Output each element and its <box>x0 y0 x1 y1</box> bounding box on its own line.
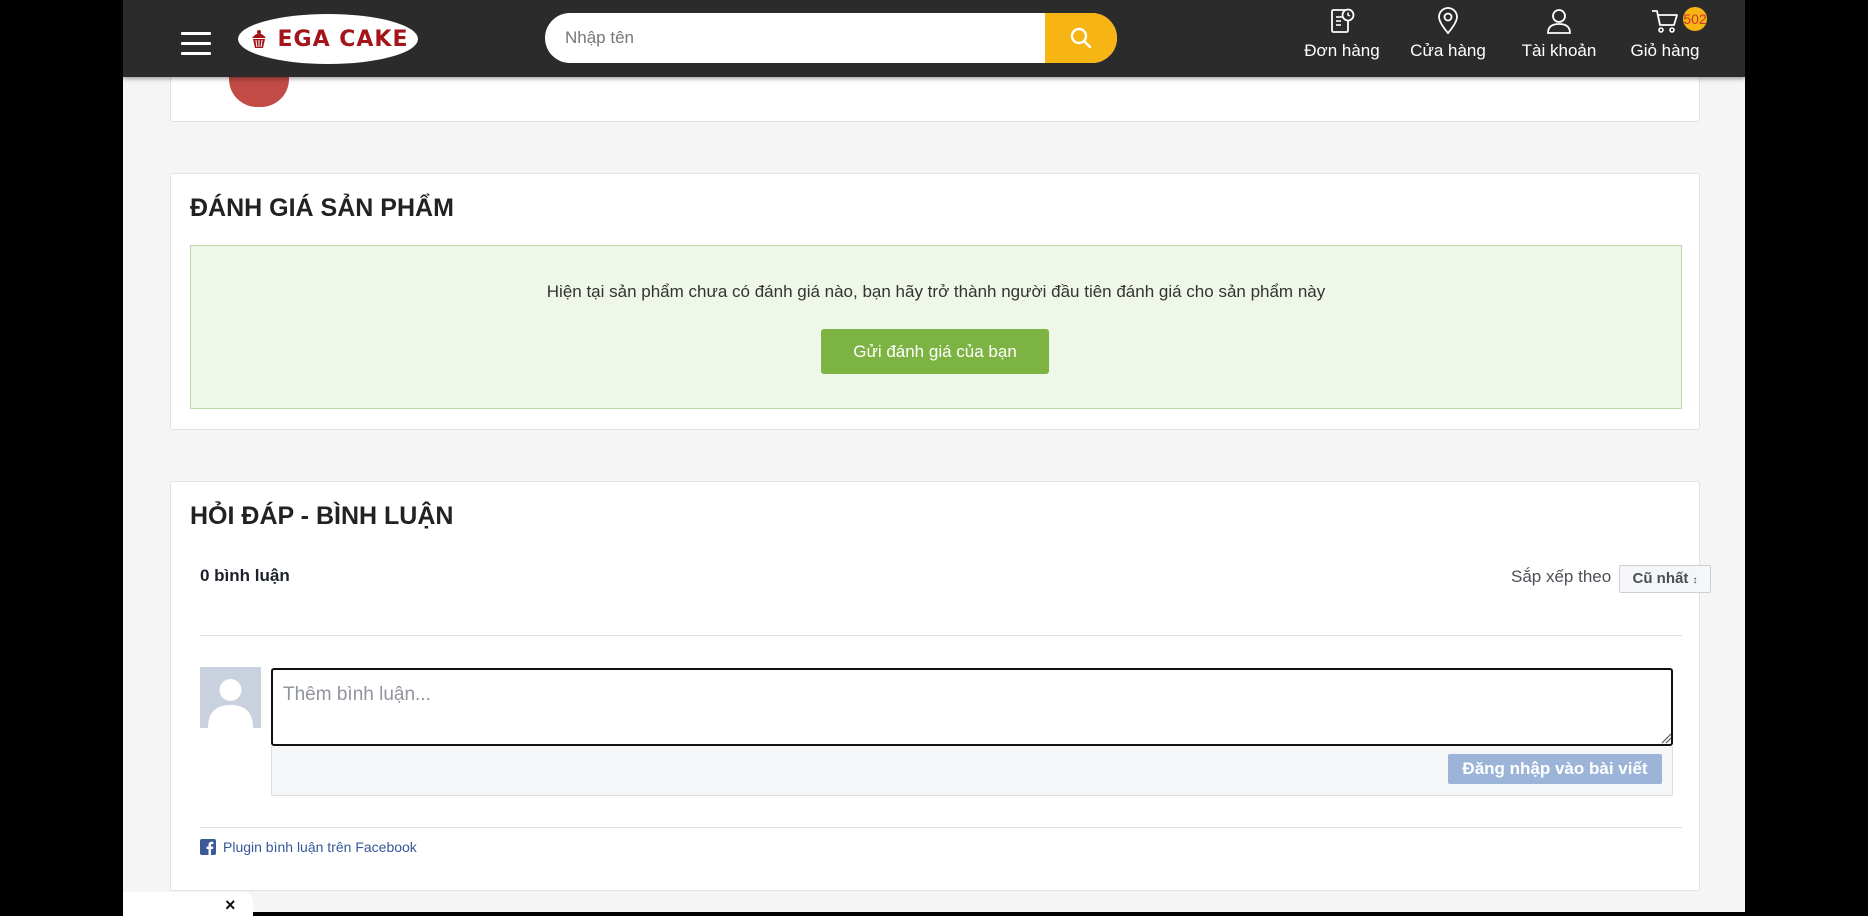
sort-arrows-icon: ↕ <box>1692 575 1698 586</box>
facebook-plugin-link[interactable]: Plugin bình luận trên Facebook <box>200 839 417 855</box>
review-title: ĐÁNH GIÁ SẢN PHẨM <box>190 194 454 222</box>
search-icon <box>1070 27 1092 49</box>
comments-divider-top <box>200 635 1682 636</box>
facebook-icon <box>200 839 216 855</box>
resize-handle-icon[interactable] <box>1660 732 1672 744</box>
sort-value: Cũ nhất <box>1632 570 1689 587</box>
brand-name: EGA CAKE <box>277 26 409 52</box>
user-icon <box>1547 9 1571 34</box>
user-avatar <box>200 667 261 728</box>
facebook-plugin-text: Plugin bình luận trên Facebook <box>223 839 417 855</box>
site-header: EGA CAKE Đơn hàng <box>123 0 1745 77</box>
default-avatar-icon <box>200 667 261 728</box>
nav-orders[interactable]: Đơn hàng <box>1297 6 1387 70</box>
page: EGA CAKE Đơn hàng <box>123 0 1745 912</box>
nav-account-label: Tài khoản <box>1521 41 1597 60</box>
search-box <box>545 13 1117 63</box>
comment-input[interactable] <box>271 668 1673 746</box>
sort-select[interactable]: Cũ nhất ↕ <box>1619 565 1711 593</box>
nav-stores-label: Cửa hàng <box>1410 41 1486 60</box>
comments-divider-bottom <box>200 827 1682 828</box>
comment-count: 0 bình luận <box>200 566 290 585</box>
cart-count-badge: 502 <box>1683 7 1707 31</box>
cupcake-icon <box>252 30 267 48</box>
search-input[interactable] <box>545 13 1025 63</box>
nav-stores[interactable]: Cửa hàng <box>1406 6 1490 70</box>
cart-icon <box>1652 10 1678 33</box>
comment-action-bar: Đăng nhập vào bài viết <box>271 746 1673 796</box>
menu-icon[interactable] <box>181 30 213 56</box>
submit-review-button[interactable]: Gửi đánh giá của bạn <box>821 329 1049 374</box>
review-empty-text: Hiện tại sản phẩm chưa có đánh giá nào, … <box>546 282 1326 301</box>
comments-title: HỎI ĐÁP - BÌNH LUẬN <box>190 502 454 530</box>
nav-account[interactable]: Tài khoản <box>1517 6 1601 70</box>
search-button[interactable] <box>1045 13 1117 63</box>
nav-cart[interactable]: 502 Giỏ hàng <box>1627 6 1707 70</box>
nav-orders-label: Đơn hàng <box>1304 41 1380 60</box>
review-empty-box: Hiện tại sản phẩm chưa có đánh giá nào, … <box>190 245 1682 409</box>
nav-cart-label: Giỏ hàng <box>1630 41 1700 60</box>
comments-section: HỎI ĐÁP - BÌNH LUẬN 0 bình luận Sắp xếp … <box>170 481 1711 891</box>
location-pin-icon <box>1438 7 1458 35</box>
popup-tab: × <box>123 892 253 916</box>
brand-logo[interactable]: EGA CAKE <box>238 14 418 64</box>
close-icon[interactable]: × <box>225 896 236 914</box>
sort-label: Sắp xếp theo <box>1511 567 1612 586</box>
login-to-post-button[interactable]: Đăng nhập vào bài viết <box>1448 754 1662 784</box>
product-review-section: ĐÁNH GIÁ SẢN PHẨM Hiện tại sản phẩm chưa… <box>170 173 1700 430</box>
order-clipboard-icon <box>1331 8 1355 33</box>
